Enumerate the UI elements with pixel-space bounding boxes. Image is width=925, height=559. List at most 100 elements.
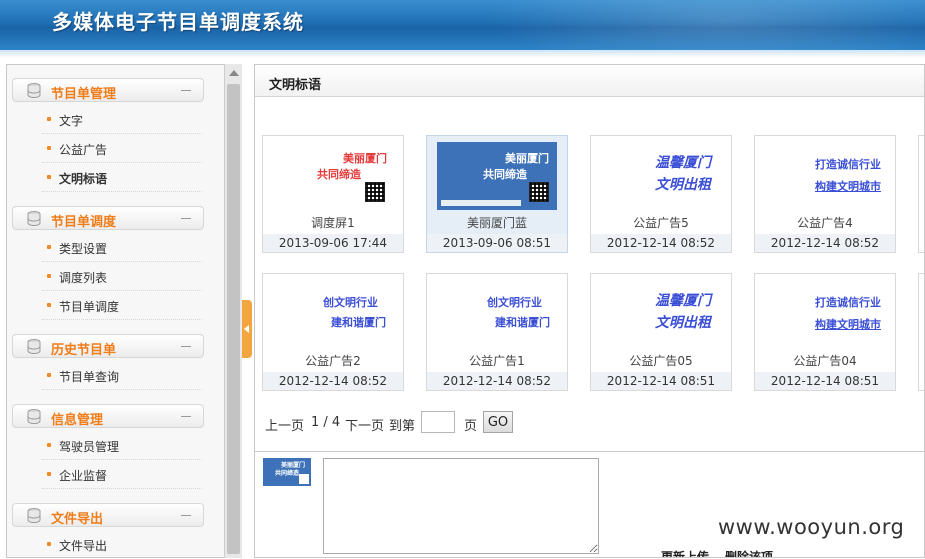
scroll-up-arrow-icon[interactable] <box>229 70 239 76</box>
description-textarea[interactable] <box>323 458 599 554</box>
database-icon <box>27 409 41 424</box>
sidebar-item-file-export[interactable]: 文件导出 <box>42 531 202 559</box>
group-label: 文件导出 <box>51 512 104 527</box>
group-label: 历史节目单 <box>51 343 117 358</box>
next-page-link[interactable]: 下一页 <box>345 415 384 434</box>
card-date: 2012-12-14 08:51 <box>591 372 731 390</box>
sidebar-item-driver-management[interactable]: 驾驶员管理 <box>42 432 202 460</box>
thumb-line-1: 打造诚信行业 <box>815 158 881 171</box>
slogan-card[interactable]: 创文明行业 建和谐厦门 公益广告1 2012-12-14 08:52 <box>426 273 568 391</box>
sidebar-item-label: 类型设置 <box>59 242 108 256</box>
card-date: 2012-12-14 08:52 <box>755 234 895 252</box>
bullet-icon <box>47 303 51 307</box>
thumb-line-2: 构建文明城市 <box>815 318 881 331</box>
group-header-history[interactable]: 历史节目单 <box>12 334 204 358</box>
panel-title-bar: 文明标语 <box>255 65 924 97</box>
database-icon <box>27 508 41 523</box>
goto-label: 到第 <box>389 419 416 434</box>
card-name: 美丽厦门蓝 <box>466 216 527 230</box>
database-icon <box>27 211 41 226</box>
selected-preview-image: 美丽厦门 共同缔造 <box>263 458 311 486</box>
slogan-card[interactable]: 创文明行业 建和谐厦门 公益广告2 2012-12-14 08:52 <box>262 273 404 391</box>
collapse-icon[interactable] <box>181 346 191 347</box>
page-number-input[interactable] <box>421 411 455 433</box>
sidebar-item-label: 节目单调度 <box>59 300 120 314</box>
card-name: 公益广告1 <box>469 354 525 368</box>
thumb-line-2: 文明出租 <box>655 177 711 193</box>
group-header-program-scheduling[interactable]: 节目单调度 <box>12 206 204 230</box>
sidebar-item-label: 企业监督 <box>59 469 108 483</box>
watermark: www.wooyun.org <box>718 515 905 539</box>
slogan-card[interactable]: 美丽厦门 共同缔造 调度屏1 2013-09-06 17:44 <box>262 135 404 253</box>
qr-code-icon <box>365 182 385 202</box>
sidebar-item-label: 文明标语 <box>59 172 108 186</box>
header-decoration <box>485 0 925 50</box>
card-thumbnail: 美丽厦门 共同缔造 <box>437 142 557 210</box>
sidebar-scrollbar[interactable] <box>224 64 242 558</box>
sidebar-item-enterprise-supervision[interactable]: 企业监督 <box>42 461 202 489</box>
update-upload-link[interactable]: 更新上传 <box>661 548 709 557</box>
delete-item-link[interactable]: 删除该项 <box>725 548 773 557</box>
card-thumbnail: 美丽厦门 共同缔造 <box>273 142 393 210</box>
prev-page-link[interactable]: 上一页 <box>265 415 304 434</box>
card-date: 2012-12-14 08:51 <box>755 372 895 390</box>
card-name: 公益广告4 <box>797 216 853 230</box>
card-date: 2012-12-14 08:52 <box>263 372 403 390</box>
slogan-card[interactable]: 打造诚信行业 构建文明城市 公益广告04 2012-12-14 08:51 <box>754 273 896 391</box>
sidebar-item-schedule-list[interactable]: 调度列表 <box>42 263 202 291</box>
group-label: 信息管理 <box>51 413 104 428</box>
card-thumbnail: 创文明行业 建和谐厦门 <box>273 280 393 348</box>
group-header-file-export[interactable]: 文件导出 <box>12 503 204 527</box>
edit-panel: 美丽厦门 共同缔造 更新上传 删除该项 <box>255 451 924 557</box>
bullet-icon <box>47 274 51 278</box>
collapse-icon[interactable] <box>181 218 191 219</box>
sidebar-item-public-ads[interactable]: 公益广告 <box>42 135 202 163</box>
sidebar-item-program-schedule[interactable]: 节目单调度 <box>42 292 202 320</box>
thumb-line-1: 美丽厦门 <box>343 152 387 165</box>
slogan-card[interactable]: 温馨厦门 文明出租 公益广告05 2012-12-14 08:51 <box>590 273 732 391</box>
card-thumbnail: 温馨厦门 文明出租 <box>601 280 721 348</box>
collapse-icon[interactable] <box>181 515 191 516</box>
group-label: 节目单调度 <box>51 215 117 230</box>
sidebar-item-program-query[interactable]: 节目单查询 <box>42 362 202 390</box>
database-icon <box>27 83 41 98</box>
scrollbar-thumb[interactable] <box>227 84 240 554</box>
bullet-icon <box>47 443 51 447</box>
thumb-line-2: 共同缔造 <box>483 168 527 181</box>
preview-line-2: 共同缔造 <box>275 470 300 477</box>
card-date: 2012-12-14 08:52 <box>427 372 567 390</box>
sidebar-item-civility-slogans[interactable]: 文明标语 <box>42 164 202 192</box>
qr-code-icon <box>529 182 549 202</box>
collapse-icon[interactable] <box>181 90 191 91</box>
collapse-icon[interactable] <box>181 416 191 417</box>
thumb-line-1: 温馨厦门 <box>655 293 711 309</box>
slogan-card[interactable]: 美丽厦门 共同缔造 美丽厦门蓝 2013-09-06 08:51 <box>426 135 568 253</box>
slogan-card-partial[interactable] <box>918 135 924 253</box>
bullet-icon <box>47 175 51 179</box>
bullet-icon <box>47 542 51 546</box>
app-title: 多媒体电子节目单调度系统 <box>52 10 304 34</box>
pagination: 上一页 1 / 4 下一页 到第 页 GO <box>265 411 665 435</box>
thumb-footer-strip <box>441 200 521 206</box>
go-button[interactable]: GO <box>483 411 513 433</box>
card-thumbnail: 打造诚信行业 构建文明城市 <box>765 142 885 210</box>
sidebar-item-type-settings[interactable]: 类型设置 <box>42 234 202 262</box>
group-header-program-management[interactable]: 节目单管理 <box>12 78 204 102</box>
sidebar-item-text[interactable]: 文字 <box>42 106 202 134</box>
card-name: 公益广告04 <box>793 354 857 368</box>
slogan-card[interactable]: 打造诚信行业 构建文明城市 公益广告4 2012-12-14 08:52 <box>754 135 896 253</box>
group-header-info-management[interactable]: 信息管理 <box>12 404 204 428</box>
sidebar-item-label: 公益广告 <box>59 143 108 157</box>
thumb-line-2: 建和谐厦门 <box>331 316 386 329</box>
slogan-card[interactable]: 温馨厦门 文明出租 公益广告5 2012-12-14 08:52 <box>590 135 732 253</box>
sidebar-collapse-handle[interactable] <box>242 300 252 358</box>
collapse-left-arrow-icon <box>244 325 249 333</box>
card-date: 2013-09-06 08:51 <box>427 234 567 252</box>
app-header: 多媒体电子节目单调度系统 <box>0 0 925 50</box>
card-thumbnail: 创文明行业 建和谐厦门 <box>437 280 557 348</box>
thumb-line-2: 构建文明城市 <box>815 180 881 193</box>
slogan-card-partial[interactable] <box>918 273 924 391</box>
bullet-icon <box>47 245 51 249</box>
bullet-icon <box>47 146 51 150</box>
sidebar-item-label: 节目单查询 <box>59 370 120 384</box>
